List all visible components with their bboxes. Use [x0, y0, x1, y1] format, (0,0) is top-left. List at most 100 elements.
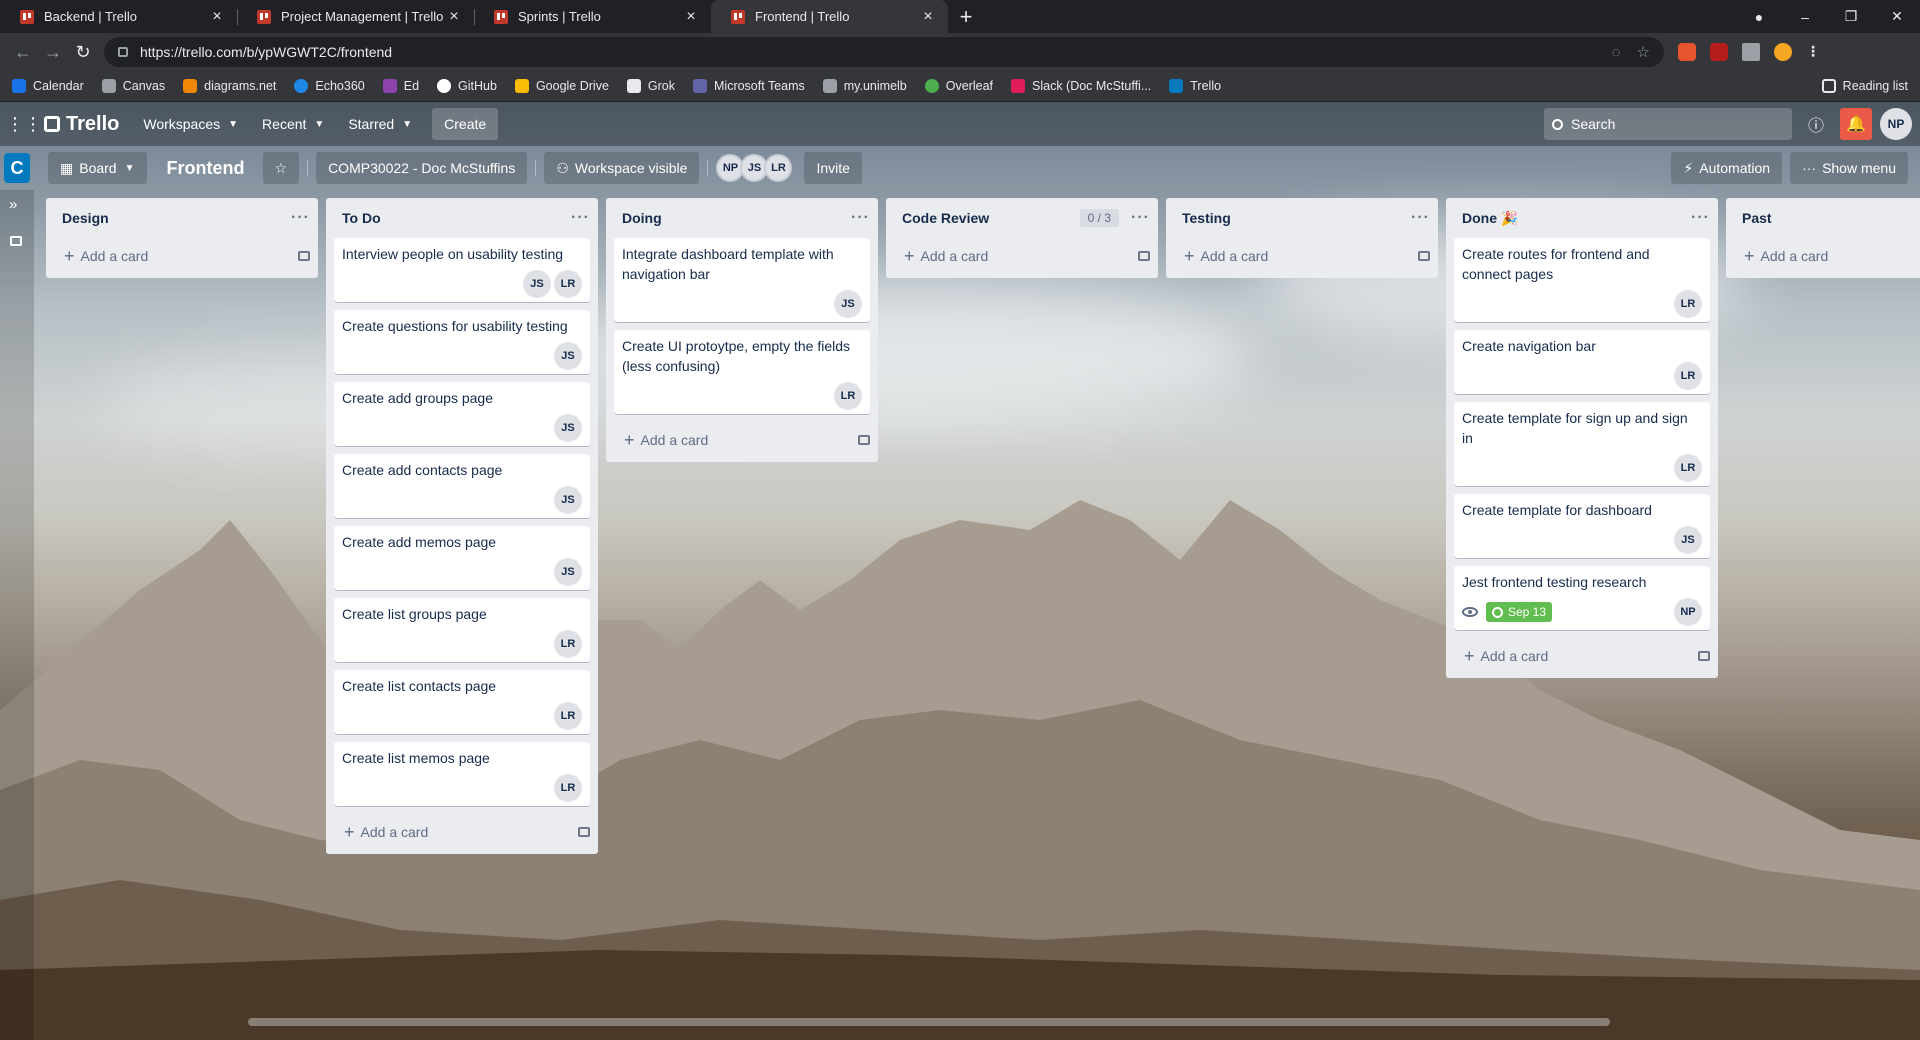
list-header[interactable]: Design ··· [46, 198, 318, 238]
bookmark-canvas[interactable]: Canvas [101, 79, 165, 93]
member-avatar[interactable]: JS [1674, 526, 1702, 554]
card-template-icon[interactable] [858, 435, 870, 445]
add-card-button[interactable]: + Add a card [1446, 638, 1718, 674]
bookmark-ed[interactable]: Ed [382, 79, 419, 93]
member-avatar[interactable]: JS [834, 290, 862, 318]
member-avatar[interactable]: JS [554, 342, 582, 370]
member-avatar[interactable]: LR [554, 702, 582, 730]
search-input[interactable] [1571, 116, 1771, 132]
member-avatar[interactable]: LR [554, 630, 582, 658]
add-card-button[interactable]: + Add a card [606, 422, 878, 458]
search-box[interactable] [1544, 108, 1792, 140]
list-header[interactable]: Done 🎉 ··· [1446, 198, 1718, 238]
show-menu-button[interactable]: ··· Show menu [1790, 152, 1908, 184]
puzzle-icon[interactable] [1742, 43, 1760, 61]
member-avatar[interactable]: LR [1674, 454, 1702, 482]
create-button[interactable]: Create [432, 108, 499, 140]
profile-avatar-icon[interactable] [1774, 43, 1792, 61]
card[interactable]: Integrate dashboard template with naviga… [614, 238, 870, 322]
board-sidebar-icon[interactable] [10, 236, 22, 246]
bookmark-calendar[interactable]: Calendar [12, 79, 84, 93]
ublock-icon[interactable] [1710, 43, 1728, 61]
bookmark-trello[interactable]: Trello [1169, 79, 1221, 93]
card[interactable]: Create routes for frontend and connect p… [1454, 238, 1710, 322]
app-switcher-icon[interactable]: ⋮⋮ [6, 108, 42, 140]
add-card-button[interactable]: + Add a card [1726, 238, 1920, 274]
card[interactable]: Create list memos page LR [334, 742, 590, 806]
profile-icon[interactable]: ● [1736, 9, 1782, 25]
browser-tab-active[interactable]: Frontend | Trello × [711, 0, 948, 33]
member-avatar[interactable]: LR [764, 154, 793, 182]
expand-sidebar-icon[interactable]: » [9, 196, 17, 213]
address-bar[interactable]: https://trello.com/b/ypWGWT2C/frontend ◌… [104, 37, 1664, 67]
bookmark-grok[interactable]: Grok [626, 79, 675, 93]
close-tab-icon[interactable]: × [446, 8, 462, 26]
card[interactable]: Create add contacts page JS [334, 454, 590, 518]
list-title[interactable]: Code Review [902, 210, 1080, 226]
add-card-button[interactable]: + Add a card [886, 238, 1158, 274]
bookmark-overleaf[interactable]: Overleaf [924, 79, 993, 93]
star-icon[interactable]: ☆ [1637, 43, 1650, 61]
back-icon[interactable]: ← [8, 37, 38, 67]
card-template-icon[interactable] [578, 827, 590, 837]
list-menu-icon[interactable]: ··· [1411, 209, 1430, 227]
bookmark-slack[interactable]: Slack (Doc McStuffi... [1011, 79, 1151, 93]
board-view-switcher[interactable]: ▦ Board ▼ [48, 152, 147, 184]
add-card-button[interactable]: + Add a card [1166, 238, 1438, 274]
bookmark-github[interactable]: GitHub [437, 79, 497, 93]
scrollbar-thumb[interactable] [248, 1018, 1610, 1026]
member-avatar[interactable]: JS [554, 414, 582, 442]
card-template-icon[interactable] [1698, 651, 1710, 661]
new-tab-icon[interactable]: + [948, 0, 984, 33]
card[interactable]: Create UI protoytpe, empty the fields (l… [614, 330, 870, 414]
list-menu-icon[interactable]: ··· [1131, 209, 1150, 227]
list-menu-icon[interactable]: ··· [851, 209, 870, 227]
workspace-button[interactable]: COMP30022 - Doc McStuffins [316, 152, 528, 184]
trello-logo[interactable]: Trello [44, 113, 119, 136]
list-menu-icon[interactable]: ··· [291, 209, 310, 227]
tracking-icon[interactable]: ◌ [1612, 44, 1621, 61]
browser-tab[interactable]: Sprints | Trello × [474, 0, 711, 33]
list-title[interactable]: Design [62, 210, 291, 226]
card[interactable]: Interview people on usability testing JS L… [334, 238, 590, 302]
card[interactable]: Create navigation bar LR [1454, 330, 1710, 394]
list-title[interactable]: Testing [1182, 210, 1411, 226]
list-menu-icon[interactable]: ··· [1691, 209, 1710, 227]
automation-button[interactable]: ⚡ Automation [1671, 152, 1783, 184]
starred-menu[interactable]: Starred ▼ [338, 108, 422, 140]
list-menu-icon[interactable]: ··· [571, 209, 590, 227]
add-card-button[interactable]: + Add a card [326, 814, 598, 850]
card[interactable]: Create template for sign up and sign in L… [1454, 402, 1710, 486]
due-date-badge[interactable]: Sep 13 [1486, 602, 1553, 622]
browser-tab[interactable]: Project Management | Trello × [237, 0, 474, 33]
list-title[interactable]: Doing [622, 210, 851, 226]
add-card-button[interactable]: + Add a card [46, 238, 318, 274]
close-tab-icon[interactable]: × [209, 8, 225, 26]
workspaces-menu[interactable]: Workspaces ▼ [133, 108, 248, 140]
card[interactable]: Create questions for usability testing JS [334, 310, 590, 374]
card[interactable]: Create list contacts page LR [334, 670, 590, 734]
card[interactable]: Create list groups page LR [334, 598, 590, 662]
member-avatar[interactable]: JS [554, 486, 582, 514]
list-header[interactable]: Code Review 0 / 3 ··· [886, 198, 1158, 238]
list-header[interactable]: Past··· [1726, 198, 1920, 238]
extension-icon[interactable] [1678, 43, 1696, 61]
board-title[interactable]: Frontend [155, 158, 257, 179]
bookmark-unimelb[interactable]: my.unimelb [822, 79, 907, 93]
member-avatar[interactable]: JS [523, 270, 551, 298]
card[interactable]: Jest frontend testing research Sep 13 NP [1454, 566, 1710, 630]
list-header[interactable]: To Do ··· [326, 198, 598, 238]
card-template-icon[interactable] [1418, 251, 1430, 261]
notifications-bell-icon[interactable]: 🔔 [1840, 108, 1872, 140]
list-title[interactable]: Done 🎉 [1462, 210, 1691, 227]
member-avatar[interactable]: LR [1674, 290, 1702, 318]
more-icon[interactable]: ⋮ [1806, 43, 1820, 61]
minimize-icon[interactable]: – [1782, 9, 1828, 25]
recent-menu[interactable]: Recent ▼ [252, 108, 334, 140]
close-tab-icon[interactable]: × [920, 8, 936, 26]
card[interactable]: Create template for dashboard JS [1454, 494, 1710, 558]
member-avatar[interactable]: LR [1674, 362, 1702, 390]
card-template-icon[interactable] [298, 251, 310, 261]
info-icon[interactable]: ⓘ [1800, 108, 1832, 140]
bookmark-diagrams[interactable]: diagrams.net [183, 79, 276, 93]
